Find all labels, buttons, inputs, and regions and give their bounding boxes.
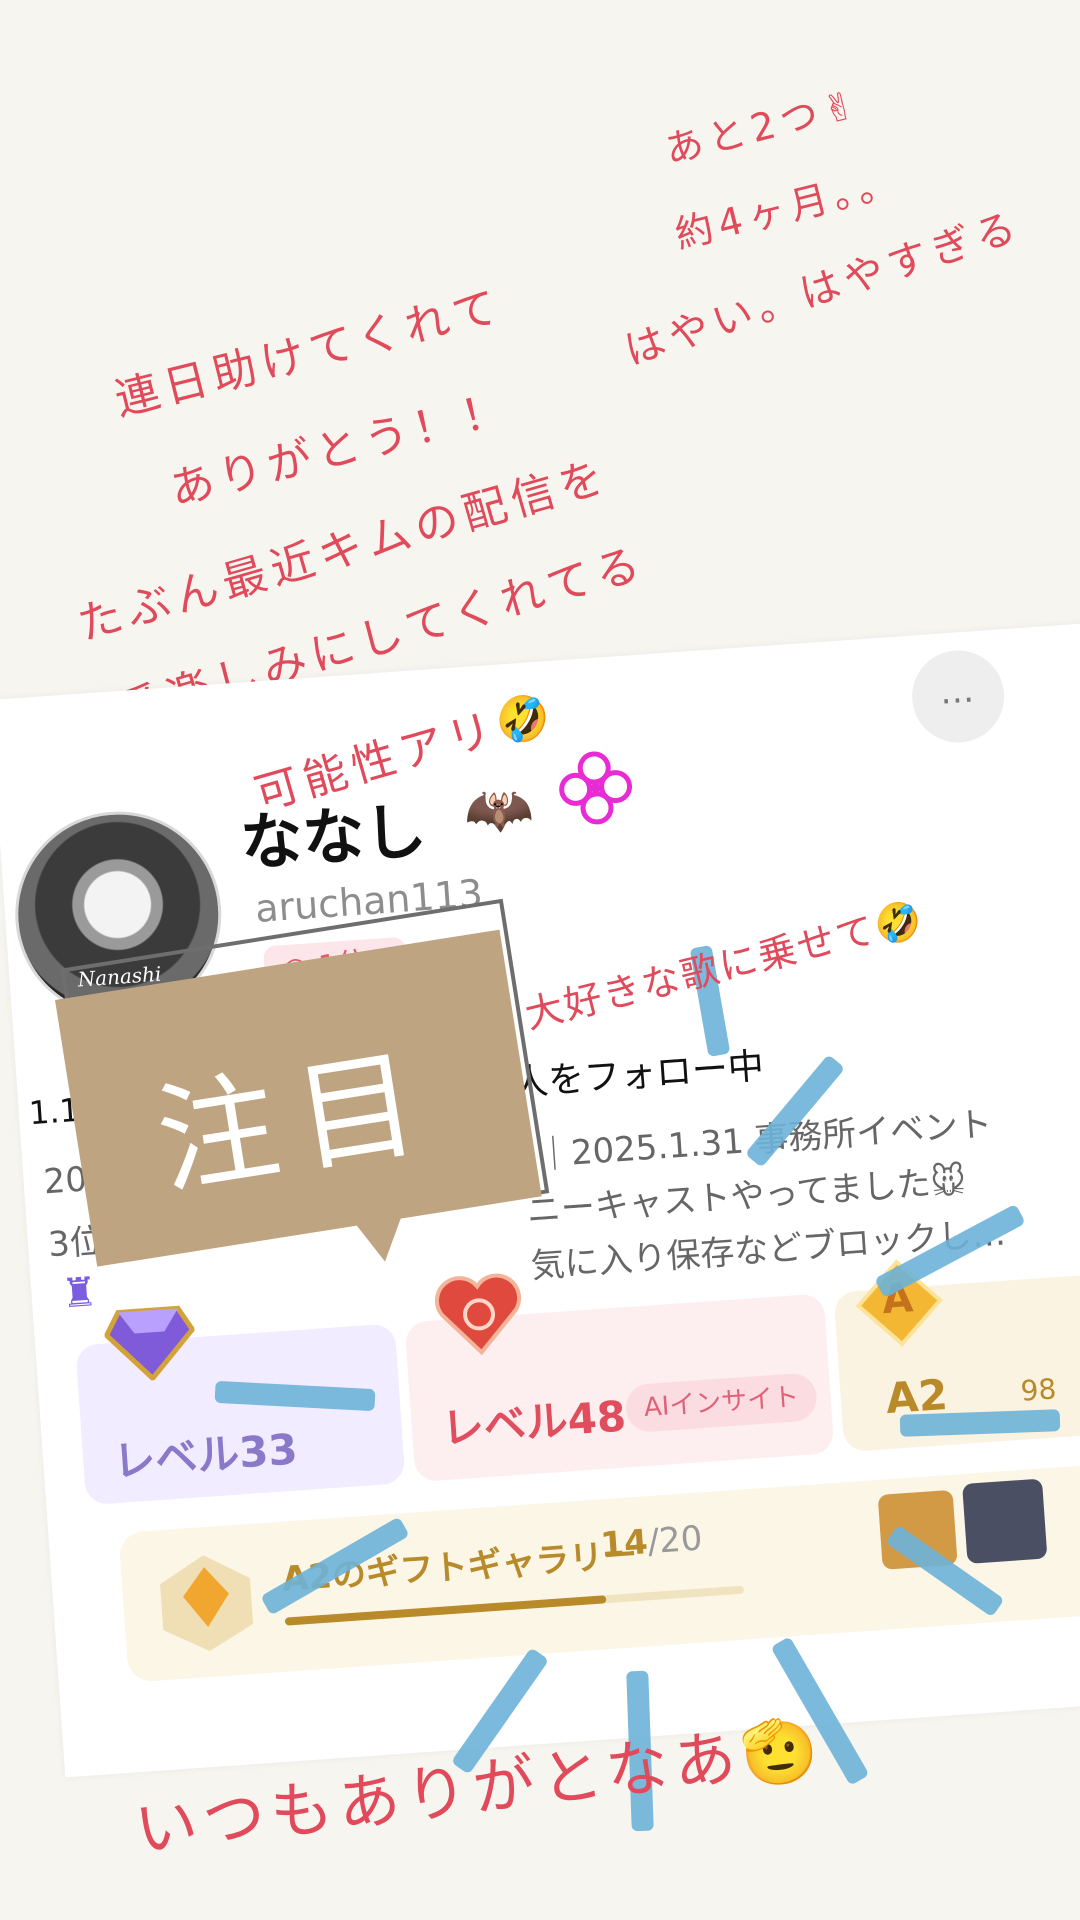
gift-count-total: /20 <box>646 1518 704 1563</box>
gift-gallery-count: 14/20 <box>599 1518 704 1565</box>
sticker-tail <box>353 1213 410 1266</box>
gift-count-current: 14 <box>599 1522 650 1566</box>
level-label-pink: レベル48 <box>440 1391 628 1454</box>
level-card-purple[interactable]: レベル33 <box>75 1305 406 1506</box>
diamond-icon <box>103 1305 196 1382</box>
gift-crystal-icon <box>160 1555 254 1651</box>
more-options-button[interactable]: … <box>909 647 1008 746</box>
gold-count: 98 <box>1019 1372 1058 1408</box>
bat-icon: 🦇 <box>461 775 536 846</box>
note-two-more: あと2つ✌ <box>660 81 866 173</box>
level-label-purple: レベル33 <box>111 1424 300 1487</box>
level-card-pink[interactable]: レベル48 AIインサイト <box>404 1273 835 1483</box>
ai-insight-button[interactable]: AIインサイト <box>624 1372 819 1434</box>
flower-badge-icon <box>559 751 633 825</box>
heart-icon <box>434 1273 522 1356</box>
gift-thumbnail-robot <box>962 1478 1048 1564</box>
castle-icon: ♜ <box>60 1269 100 1318</box>
gift-progress-fill <box>284 1595 607 1626</box>
